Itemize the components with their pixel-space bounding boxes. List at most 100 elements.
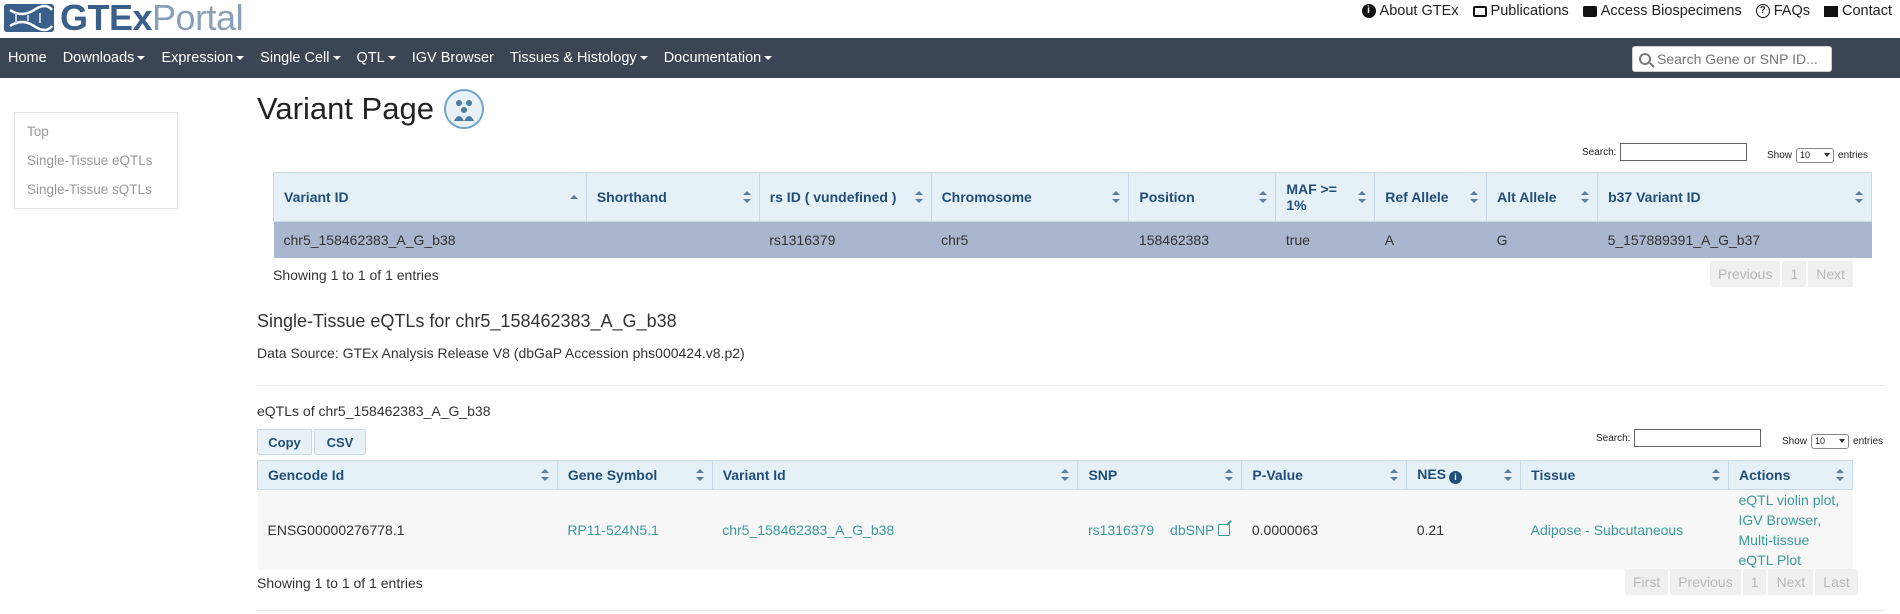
gene-snp-search-input[interactable] (1655, 50, 1825, 68)
nav-single-cell[interactable]: Single Cell (252, 50, 348, 66)
cell-alt-allele: G (1496, 231, 1508, 248)
sort-asc-icon (569, 191, 578, 203)
tissue-link[interactable]: Adipose - Subcutaneous (1521, 490, 1729, 571)
last-page-button[interactable]: Last (1815, 569, 1858, 595)
nav-tissues-histology[interactable]: Tissues & Histology (502, 50, 656, 66)
sort-icon (540, 469, 549, 481)
cell-nes: 0.21 (1416, 522, 1444, 538)
nav-downloads[interactable]: Downloads (55, 50, 154, 66)
variant-table-search-input[interactable] (1620, 143, 1748, 161)
sidebar-item-top[interactable]: Top (15, 117, 177, 146)
about-gtex-link[interactable]: i About GTEx (1361, 3, 1459, 19)
section-divider (257, 385, 1884, 386)
next-page-button[interactable]: Next (1768, 569, 1814, 595)
eqtl-table-pagination: First Previous 1 Next Last (1625, 569, 1858, 595)
eqtl-table-search-input[interactable] (1634, 429, 1762, 447)
column-header-rs-id[interactable]: rs ID ( vundefined ) (758, 172, 932, 222)
table-row[interactable]: chr5_158462383_A_G_b38 rs1316379 chr5 15… (273, 221, 1872, 258)
dbsnp-link[interactable]: dbSNP (1170, 522, 1231, 538)
eqtl-table-length-select[interactable]: 10 (1811, 434, 1850, 449)
column-header-tissue[interactable]: Tissue (1520, 460, 1730, 490)
column-header-ref-allele[interactable]: Ref Allele (1374, 172, 1488, 222)
cell-maf: true (1285, 231, 1310, 248)
variant-table-length-select[interactable]: 10 (1796, 148, 1835, 163)
external-link-icon (1218, 524, 1231, 536)
column-header-gene-symbol[interactable]: Gene Symbol (556, 460, 713, 490)
table-row: ENSG00000276778.1 RP11-524N5.1 chr5_1584… (257, 489, 1853, 571)
nav-expression[interactable]: Expression (153, 50, 252, 66)
info-icon[interactable]: i (1449, 471, 1463, 484)
cell-b37-variant-id: 5_157889391_A_G_b37 (1607, 231, 1761, 248)
column-header-chromosome[interactable]: Chromosome (930, 172, 1130, 222)
sort-icon (1112, 191, 1121, 203)
variant-table-pagination: Previous 1 Next (1710, 261, 1854, 287)
column-header-variant-id[interactable]: Variant ID (273, 172, 587, 222)
faqs-link[interactable]: ? FAQs (1755, 3, 1810, 19)
cell-position: 158462383 (1138, 231, 1209, 248)
search-icon (1639, 53, 1651, 65)
gene-snp-search[interactable] (1632, 46, 1832, 72)
column-header-shorthand[interactable]: Shorthand (585, 172, 760, 222)
gene-symbol-link[interactable]: RP11-524N5.1 (557, 490, 712, 571)
first-page-button[interactable]: First (1625, 569, 1669, 595)
envelope-icon (1824, 5, 1839, 17)
page-title: Variant Page (257, 89, 484, 129)
column-header-variant-id[interactable]: Variant Id (711, 460, 1079, 490)
column-header-nes[interactable]: NES i (1406, 460, 1522, 490)
page-1-button[interactable]: 1 (1782, 261, 1807, 287)
data-source-text: Data Source: GTEx Analysis Release V8 (d… (257, 345, 745, 361)
newspaper-icon (1472, 5, 1487, 17)
eqtl-table-info: Showing 1 to 1 of 1 entries (257, 575, 423, 591)
question-icon: ? (1755, 4, 1770, 18)
info-icon: i (1361, 4, 1376, 18)
nav-documentation[interactable]: Documentation (656, 50, 781, 66)
page-1-button[interactable]: 1 (1742, 569, 1767, 595)
column-header-snp[interactable]: SNP (1077, 460, 1243, 490)
cell-gencode-id: ENSG00000276778.1 (267, 522, 405, 538)
eqtl-table-search: Search: (1596, 429, 1762, 447)
logo-portal-text: Portal (152, 0, 244, 38)
sort-icon (1259, 191, 1268, 203)
sort-icon (1390, 469, 1399, 481)
rs-id-link[interactable]: rs1316379 (1088, 522, 1154, 538)
column-header-maf[interactable]: MAF >= 1% (1275, 172, 1376, 222)
next-page-button[interactable]: Next (1808, 261, 1854, 287)
section-divider (257, 610, 1884, 611)
nav-qtl[interactable]: QTL (349, 50, 404, 66)
previous-page-button[interactable]: Previous (1710, 261, 1781, 287)
variant-id-link[interactable]: chr5_158462383_A_G_b38 (712, 490, 1078, 571)
column-header-b37-variant-id[interactable]: b37 Variant ID (1597, 172, 1872, 222)
gtex-logo[interactable]: GTExPortal (4, 0, 244, 38)
caret-down-icon (387, 56, 396, 61)
sidebar-item-single-tissue-eqtls[interactable]: Single-Tissue eQTLs (15, 146, 177, 175)
cell-variant-id: chr5_158462383_A_G_b38 (283, 231, 456, 248)
eqtl-section-heading: Single-Tissue eQTLs for chr5_158462383_A… (257, 311, 677, 331)
access-biospecimens-link[interactable]: Access Biospecimens (1582, 3, 1742, 19)
logo-gtex-text: GTEx (60, 0, 153, 38)
publications-link[interactable]: Publications (1472, 3, 1569, 19)
column-header-actions[interactable]: Actions (1728, 460, 1853, 490)
cell-ref-allele: A (1384, 231, 1395, 248)
variant-table-search: Search: (1582, 143, 1748, 161)
column-header-alt-allele[interactable]: Alt Allele (1486, 172, 1599, 222)
csv-button[interactable]: CSV (314, 429, 366, 455)
nav-home[interactable]: Home (0, 50, 55, 66)
contact-link[interactable]: Contact (1824, 3, 1892, 19)
dna-logo-icon (4, 4, 54, 32)
sidebar-item-single-tissue-sqtls[interactable]: Single-Tissue sQTLs (15, 175, 177, 204)
copy-button[interactable]: Copy (257, 429, 312, 455)
column-header-gencode-id[interactable]: Gencode Id (257, 460, 558, 490)
top-header: GTExPortal i About GTEx Publications Acce… (0, 0, 1900, 38)
column-header-p-value[interactable]: P-Value (1241, 460, 1408, 490)
sort-icon (1470, 191, 1479, 203)
cell-p-value: 0.0000063 (1251, 522, 1319, 538)
top-links: i About GTEx Publications Access Biospeci… (1361, 3, 1892, 19)
main-navbar: Home Downloads Expression Single Cell QT… (0, 38, 1900, 78)
caret-down-icon (764, 56, 773, 61)
sort-icon (1504, 469, 1513, 481)
nav-igv-browser[interactable]: IGV Browser (404, 50, 502, 66)
sidebar: Top Single-Tissue eQTLs Single-Tissue sQ… (14, 112, 178, 209)
actions-links[interactable]: eQTL violin plot, IGV Browser, Multi-tis… (1729, 490, 1853, 571)
column-header-position[interactable]: Position (1128, 172, 1277, 222)
previous-page-button[interactable]: Previous (1670, 569, 1741, 595)
